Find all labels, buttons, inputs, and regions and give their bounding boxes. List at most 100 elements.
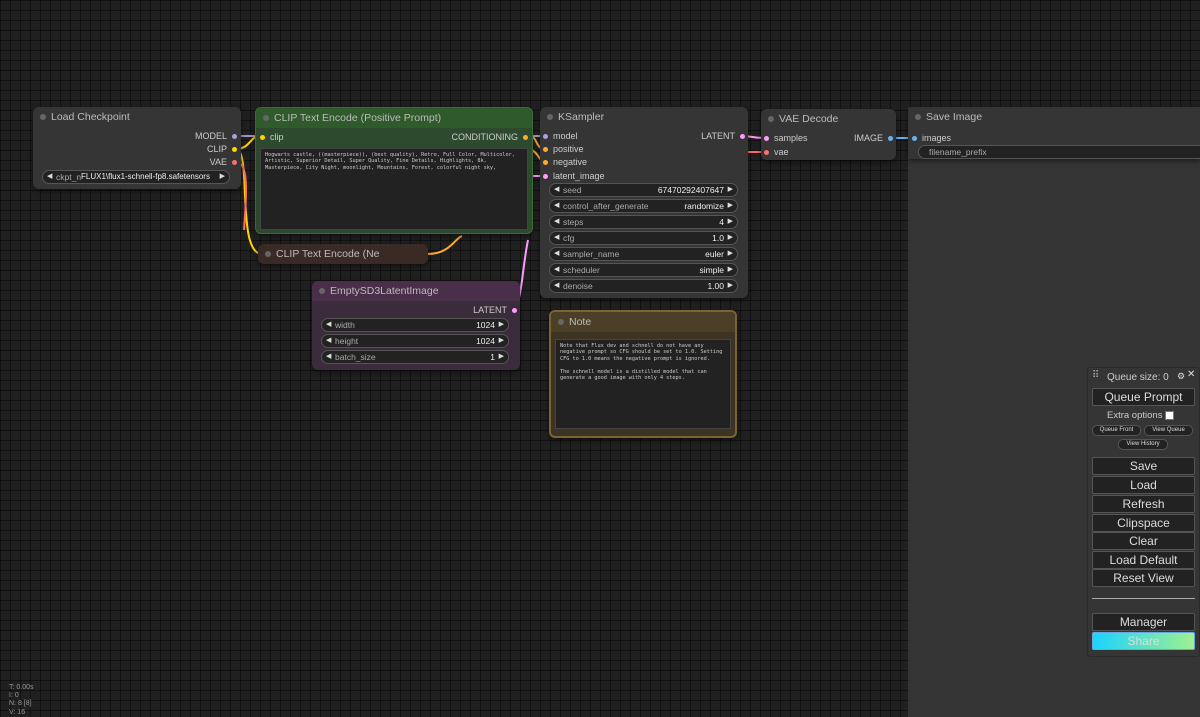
scheduler-widget[interactable]: ◀ scheduler simple ▶ bbox=[549, 263, 738, 277]
arrow-left-icon[interactable]: ◀ bbox=[326, 335, 331, 347]
arrow-left-icon[interactable]: ◀ bbox=[326, 351, 331, 363]
load-default-button[interactable]: Load Default bbox=[1092, 551, 1195, 569]
seed-widget[interactable]: ◀ seed 67470292407647 ▶ bbox=[549, 183, 738, 197]
output-latent-label: LATENT bbox=[473, 305, 507, 315]
clipspace-button[interactable]: Clipspace bbox=[1092, 514, 1195, 532]
arrow-left-icon[interactable]: ◀ bbox=[554, 232, 559, 244]
collapse-dot-icon[interactable] bbox=[265, 251, 271, 257]
input-dot-icon bbox=[543, 133, 548, 139]
node-title[interactable]: CLIP Text Encode (Positive Prompt) bbox=[256, 108, 532, 128]
arrow-left-icon[interactable]: ◀ bbox=[47, 171, 52, 183]
close-icon[interactable]: ✕ bbox=[1187, 369, 1195, 380]
node-title[interactable]: VAE Decode bbox=[761, 109, 896, 129]
input-latent-image[interactable]: latent_image bbox=[543, 170, 605, 182]
output-model[interactable]: MODEL bbox=[195, 130, 237, 142]
width-widget[interactable]: ◀ width 1024 ▶ bbox=[321, 318, 509, 332]
arrow-right-icon[interactable]: ▶ bbox=[499, 319, 504, 331]
output-vae[interactable]: VAE bbox=[210, 156, 237, 168]
sampler-name-widget[interactable]: ◀ sampler_name euler ▶ bbox=[549, 247, 738, 261]
arrow-right-icon[interactable]: ▶ bbox=[728, 232, 733, 244]
steps-widget[interactable]: ◀ steps 4 ▶ bbox=[549, 215, 738, 229]
output-latent[interactable]: LATENT bbox=[473, 304, 517, 316]
view-history-button[interactable]: View History bbox=[1118, 439, 1168, 450]
denoise-widget[interactable]: ◀ denoise 1.00 ▶ bbox=[549, 279, 738, 293]
vae-decode-node[interactable]: VAE Decode samples vae IMAGE bbox=[761, 109, 896, 160]
input-images[interactable]: images bbox=[912, 132, 951, 144]
ckpt-name-combo[interactable]: ◀ ckpt_n FLUX1\flux1-schnell-fp8.safeten… bbox=[42, 170, 230, 184]
node-title[interactable]: KSampler bbox=[540, 107, 748, 127]
arrow-left-icon[interactable]: ◀ bbox=[326, 319, 331, 331]
clear-button[interactable]: Clear bbox=[1092, 532, 1195, 550]
arrow-left-icon[interactable]: ◀ bbox=[554, 216, 559, 228]
arrow-left-icon[interactable]: ◀ bbox=[554, 280, 559, 292]
input-negative[interactable]: negative bbox=[543, 156, 587, 168]
node-title[interactable]: Save Image bbox=[908, 107, 1200, 127]
clip-negative-node[interactable]: CLIP Text Encode (Ne bbox=[258, 244, 428, 264]
refresh-button[interactable]: Refresh bbox=[1092, 495, 1195, 513]
cfg-widget[interactable]: ◀ cfg 1.0 ▶ bbox=[549, 231, 738, 245]
arrow-left-icon[interactable]: ◀ bbox=[554, 200, 559, 212]
prompt-textarea[interactable]: Hogwarts castle, ((masterpiece)), (best … bbox=[260, 148, 528, 230]
arrow-right-icon[interactable]: ▶ bbox=[728, 248, 733, 260]
arrow-right-icon[interactable]: ▶ bbox=[499, 351, 504, 363]
queue-front-button[interactable]: Queue Front bbox=[1092, 425, 1141, 436]
control-after-generate-widget[interactable]: ◀ control_after_generate randomize ▶ bbox=[549, 199, 738, 213]
arrow-right-icon[interactable]: ▶ bbox=[728, 200, 733, 212]
drag-handle-icon[interactable]: ⠿ bbox=[1092, 370, 1099, 381]
gear-icon[interactable]: ⚙ bbox=[1177, 371, 1185, 382]
note-textarea[interactable]: Note that Flux dev and schnell do not ha… bbox=[555, 339, 731, 429]
reset-view-button[interactable]: Reset View bbox=[1092, 569, 1195, 587]
queue-panel[interactable]: ⠿ Queue size: 0 ⚙ ✕ Queue Prompt Extra o… bbox=[1087, 367, 1200, 657]
node-title[interactable]: Load Checkpoint bbox=[33, 107, 241, 127]
clip-positive-node[interactable]: CLIP Text Encode (Positive Prompt) clip … bbox=[255, 107, 533, 234]
node-title[interactable]: CLIP Text Encode (Ne bbox=[258, 244, 428, 264]
extra-options-checkbox[interactable] bbox=[1165, 410, 1175, 420]
input-model[interactable]: model bbox=[543, 130, 578, 142]
input-samples[interactable]: samples bbox=[764, 132, 808, 144]
arrow-right-icon[interactable]: ▶ bbox=[220, 171, 225, 183]
output-clip[interactable]: CLIP bbox=[207, 143, 237, 155]
output-latent[interactable]: LATENT bbox=[701, 130, 745, 142]
share-button[interactable]: Share bbox=[1092, 632, 1195, 650]
save-image-node[interactable]: Save Image images filename_prefix bbox=[908, 107, 1200, 159]
note-node[interactable]: Note Note that Flux dev and schnell do n… bbox=[549, 310, 737, 438]
collapse-dot-icon[interactable] bbox=[768, 116, 774, 122]
filename-prefix-widget[interactable]: filename_prefix bbox=[918, 145, 1200, 159]
arrow-left-icon[interactable]: ◀ bbox=[554, 264, 559, 276]
output-image[interactable]: IMAGE bbox=[854, 132, 893, 144]
input-vae[interactable]: vae bbox=[764, 146, 789, 158]
clip-negative-title: CLIP Text Encode (Ne bbox=[276, 248, 380, 260]
collapse-dot-icon[interactable] bbox=[319, 288, 325, 294]
collapse-dot-icon[interactable] bbox=[915, 114, 921, 120]
output-conditioning-label: CONDITIONING bbox=[451, 132, 519, 142]
ksampler-node[interactable]: KSampler model positive negative latent_… bbox=[540, 107, 748, 298]
arrow-right-icon[interactable]: ▶ bbox=[728, 264, 733, 276]
batch-size-widget[interactable]: ◀ batch_size 1 ▶ bbox=[321, 350, 509, 364]
wire-cond-neg bbox=[427, 235, 463, 255]
arrow-left-icon[interactable]: ◀ bbox=[554, 184, 559, 196]
node-title[interactable]: Note bbox=[551, 312, 735, 332]
collapse-dot-icon[interactable] bbox=[40, 114, 46, 120]
output-image-label: IMAGE bbox=[853, 133, 883, 143]
output-conditioning[interactable]: CONDITIONING bbox=[451, 131, 528, 143]
load-checkpoint-node[interactable]: Load Checkpoint MODEL CLIP VAE ◀ ckpt_n … bbox=[33, 107, 241, 189]
input-positive[interactable]: positive bbox=[543, 143, 584, 155]
arrow-right-icon[interactable]: ▶ bbox=[499, 335, 504, 347]
save-button[interactable]: Save bbox=[1092, 457, 1195, 475]
load-button[interactable]: Load bbox=[1092, 476, 1195, 494]
queue-prompt-button[interactable]: Queue Prompt bbox=[1092, 388, 1195, 406]
extra-options-label: Extra options bbox=[1107, 410, 1163, 421]
empty-latent-node[interactable]: EmptySD3LatentImage LATENT ◀ width 1024 ▶ ◀… bbox=[312, 281, 520, 370]
input-clip[interactable]: clip bbox=[260, 131, 284, 143]
collapse-dot-icon[interactable] bbox=[558, 319, 564, 325]
view-queue-button[interactable]: View Queue bbox=[1144, 425, 1193, 436]
collapse-dot-icon[interactable] bbox=[547, 114, 553, 120]
manager-button[interactable]: Manager bbox=[1092, 613, 1195, 631]
collapse-dot-icon[interactable] bbox=[263, 115, 269, 121]
node-title[interactable]: EmptySD3LatentImage bbox=[312, 281, 520, 301]
arrow-right-icon[interactable]: ▶ bbox=[728, 280, 733, 292]
arrow-right-icon[interactable]: ▶ bbox=[728, 184, 733, 196]
arrow-left-icon[interactable]: ◀ bbox=[554, 248, 559, 260]
arrow-right-icon[interactable]: ▶ bbox=[728, 216, 733, 228]
height-widget[interactable]: ◀ height 1024 ▶ bbox=[321, 334, 509, 348]
